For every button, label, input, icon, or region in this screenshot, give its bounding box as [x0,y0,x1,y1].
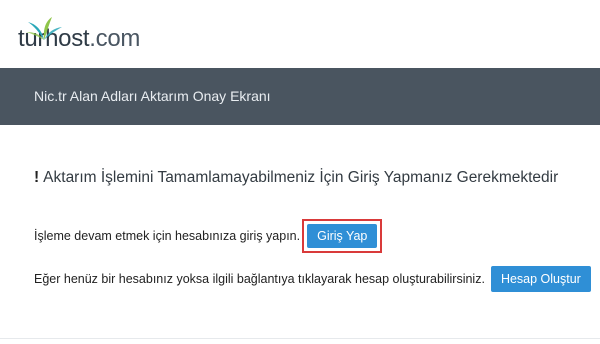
login-button-highlight: Giriş Yap [302,219,383,253]
login-row: İşleme devam etmek için hesabınıza giriş… [34,219,383,253]
page-banner: Nic.tr Alan Adları Aktarım Onay Ekranı [0,68,600,125]
main-content: ! Aktarım İşlemini Tamamlamayabilmeniz İç… [0,125,600,344]
login-button[interactable]: Giriş Yap [307,224,378,248]
register-row: Eğer henüz bir hesabınız yoksa ilgili ba… [34,265,591,293]
warning-icon: ! [34,169,40,186]
login-required-warning: ! Aktarım İşlemini Tamamlamayabilmeniz İç… [34,169,558,187]
page: turhost.com Nic.tr Alan Adları Aktarım O… [0,0,600,344]
logo-leaves-icon [26,17,62,40]
divider [0,338,600,339]
logo-tld: .com [89,25,141,52]
turhost-logo[interactable]: turhost.com [18,17,141,54]
page-title: Nic.tr Alan Adları Aktarım Onay Ekranı [34,88,271,104]
register-prompt: Eğer henüz bir hesabınız yoksa ilgili ba… [34,272,485,286]
create-account-button[interactable]: Hesap Oluştur [490,266,591,292]
login-prompt: İşleme devam etmek için hesabınıza giriş… [34,229,301,243]
warning-text: Aktarım İşlemini Tamamlamayabilmeniz İçi… [43,169,559,186]
header: turhost.com [0,0,600,68]
